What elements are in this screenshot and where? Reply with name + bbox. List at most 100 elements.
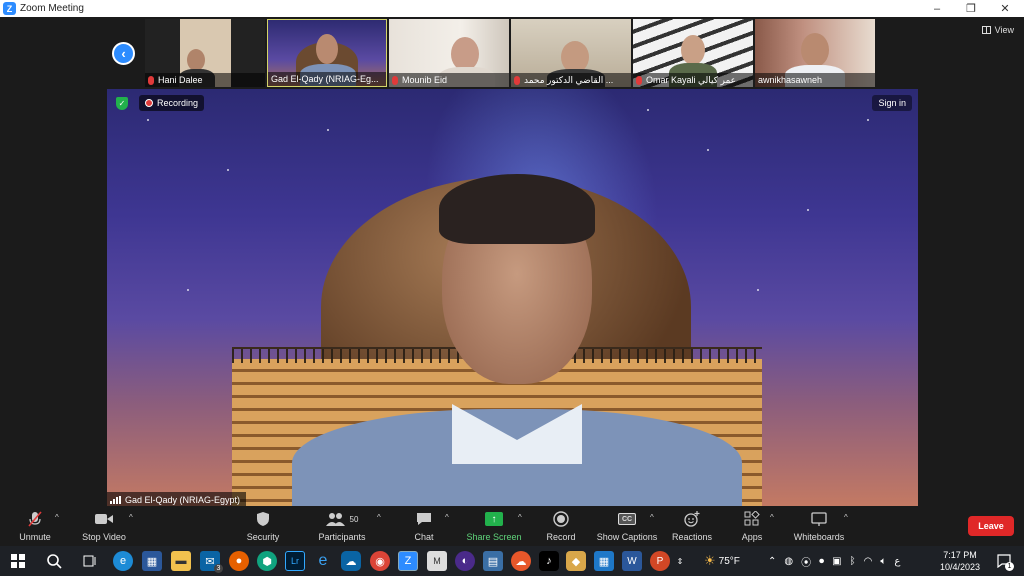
participant-name: Omar Kayali عمر كيالي (646, 74, 737, 85)
participant-tile[interactable]: Mounib Eid (389, 19, 509, 87)
apps-button[interactable]: Apps (717, 509, 787, 542)
video-camera-icon (95, 509, 113, 529)
system-tray: ⌃ ◍ ⦿ ⏺ ▣ ᛒ ◠ 🔈︎ ع (768, 546, 900, 576)
tiktok-icon[interactable]: ♪ (539, 551, 559, 571)
participant-tile[interactable]: القاضي الدكتور محمد ... (511, 19, 631, 87)
volume-icon[interactable]: 🔈︎ (880, 556, 886, 567)
share-screen-icon: ↑ (485, 512, 503, 526)
closed-captions-icon: CC (618, 513, 636, 525)
soundcloud-icon[interactable]: ☁ (511, 551, 531, 571)
share-options-caret[interactable]: ^ (518, 513, 522, 522)
chrome-icon[interactable]: ◉ (370, 551, 390, 571)
task-view-icon[interactable] (80, 551, 100, 571)
whiteboards-options-caret[interactable]: ^ (844, 513, 848, 522)
word-icon[interactable]: W (622, 551, 642, 571)
lightroom-icon[interactable]: Lr (285, 551, 305, 571)
taskbar-clock[interactable]: 7:17 PM 10/4/2023 (930, 549, 990, 573)
participant-name: Hani Dalee (158, 75, 203, 85)
restore-button[interactable]: ❐ (954, 0, 988, 17)
tray-microphone-icon[interactable]: ⏺ (819, 556, 824, 567)
weather-widget[interactable]: ☀ 75°F (704, 546, 740, 576)
participant-avatar (316, 34, 338, 64)
window-title: Zoom Meeting (20, 3, 84, 14)
recording-label: Recording (157, 98, 199, 108)
microphone-muted-icon (28, 509, 42, 529)
star (227, 169, 229, 171)
participant-name: Mounib Eid (402, 75, 448, 85)
taskbar-scroll-icon[interactable]: ⇕ (674, 551, 686, 571)
minimize-button[interactable]: – (920, 0, 954, 17)
participant-name: awnikhasawneh (758, 75, 823, 85)
input-language[interactable]: ع (894, 556, 900, 567)
star (187, 289, 189, 291)
participant-name: Gad El-Qady (NRIAG-Eg... (271, 74, 379, 84)
participants-count: 50 (349, 514, 359, 524)
audio-options-caret[interactable]: ^ (55, 513, 59, 522)
chat-options-caret[interactable]: ^ (445, 513, 449, 522)
edge-browser-icon[interactable]: e (113, 551, 133, 571)
participant-tile[interactable]: Omar Kayali عمر كيالي (633, 19, 753, 87)
unmute-button[interactable]: Unmute (0, 509, 70, 542)
firefox-icon[interactable]: ● (229, 551, 249, 571)
recording-indicator[interactable]: Recording (139, 95, 205, 111)
windows-taskbar: e ▦ ▬ ✉ 3 ● ⬢ Lr e ☁ ◉ Z M ◐ ▤ ☁ ♪ ◆ ▦ W … (0, 546, 1024, 576)
search-icon[interactable] (44, 551, 64, 571)
participant-tile[interactable]: awnikhasawneh (755, 19, 875, 87)
mail-badge: 3 (214, 564, 223, 573)
microsoft-store-icon[interactable]: ▦ (142, 551, 162, 571)
wifi-icon[interactable]: ◠ (864, 556, 873, 567)
participant-tile[interactable]: Hani Dalee (145, 19, 265, 87)
record-icon (553, 509, 569, 529)
apps-options-caret[interactable]: ^ (770, 513, 774, 522)
app-planet-icon[interactable]: ◐ (455, 551, 475, 571)
active-speaker-video[interactable]: ✓ Recording Sign in Gad El-Qady (NRIAG-E… (107, 89, 918, 507)
calendar-icon[interactable]: ▦ (594, 551, 614, 571)
signal-strength-icon (110, 495, 121, 504)
clock-time: 7:17 PM (943, 550, 977, 560)
tray-overflow-icon[interactable]: ⌃ (768, 556, 776, 567)
app-hexagon-icon[interactable]: ⬢ (257, 551, 277, 571)
participants-options-caret[interactable]: ^ (377, 513, 381, 522)
bluetooth-icon[interactable]: ᛒ (850, 556, 856, 567)
star (147, 119, 149, 121)
calculator-icon[interactable]: ▤ (483, 551, 503, 571)
clock-date: 10/4/2023 (939, 562, 981, 572)
internet-explorer-icon[interactable]: e (313, 551, 333, 571)
zoom-taskbar-icon[interactable]: Z (398, 551, 418, 571)
video-options-caret[interactable]: ^ (129, 513, 133, 522)
file-explorer-icon[interactable]: ▬ (171, 551, 191, 571)
tray-device-icon[interactable]: ▣ (832, 556, 841, 567)
previous-page-button[interactable]: ‹ (112, 42, 135, 65)
star (867, 119, 869, 121)
star (707, 149, 709, 151)
participant-avatar (187, 49, 205, 71)
app-badge-icon[interactable]: ◆ (566, 551, 586, 571)
star (757, 289, 759, 291)
sign-in-button[interactable]: Sign in (872, 95, 912, 111)
leave-button[interactable]: Leave (968, 516, 1014, 536)
participant-tile[interactable]: Gad El-Qady (NRIAG-Eg... (267, 19, 387, 87)
active-speaker-name: Gad El-Qady (NRIAG-Egypt) (125, 494, 241, 505)
notifications-icon[interactable]: 1 (994, 551, 1014, 571)
tray-app-icon[interactable]: ◍ (784, 556, 793, 567)
chat-bubble-icon (416, 509, 432, 529)
view-button[interactable]: View (981, 25, 1014, 35)
app-m-icon[interactable]: M (427, 551, 447, 571)
powerpoint-icon[interactable]: P (650, 551, 670, 571)
record-button[interactable]: Record (526, 509, 596, 542)
mic-muted-icon (636, 75, 642, 85)
mail-icon[interactable]: ✉ 3 (200, 551, 223, 573)
meeting-area: View ‹ Hani Dalee Gad El-Qady (NRIAG-Eg.… (0, 17, 1024, 507)
participants-button[interactable]: 50 Participants (307, 509, 377, 542)
captions-options-caret[interactable]: ^ (650, 513, 654, 522)
view-label: View (994, 25, 1014, 35)
participant-avatar (451, 37, 479, 71)
encryption-shield-icon[interactable]: ✓ (116, 97, 128, 110)
meeting-toolbar: Unmute ^ Stop Video ^ Security 50 Partic… (0, 506, 1024, 546)
security-button[interactable]: Security (228, 509, 298, 542)
onedrive-cloud-icon[interactable]: ☁ (341, 551, 361, 571)
close-button[interactable]: ✕ (988, 0, 1022, 17)
windows-start-icon[interactable] (8, 551, 28, 571)
grid-view-icon (981, 26, 991, 34)
tray-camera-icon[interactable]: ⦿ (801, 554, 811, 569)
